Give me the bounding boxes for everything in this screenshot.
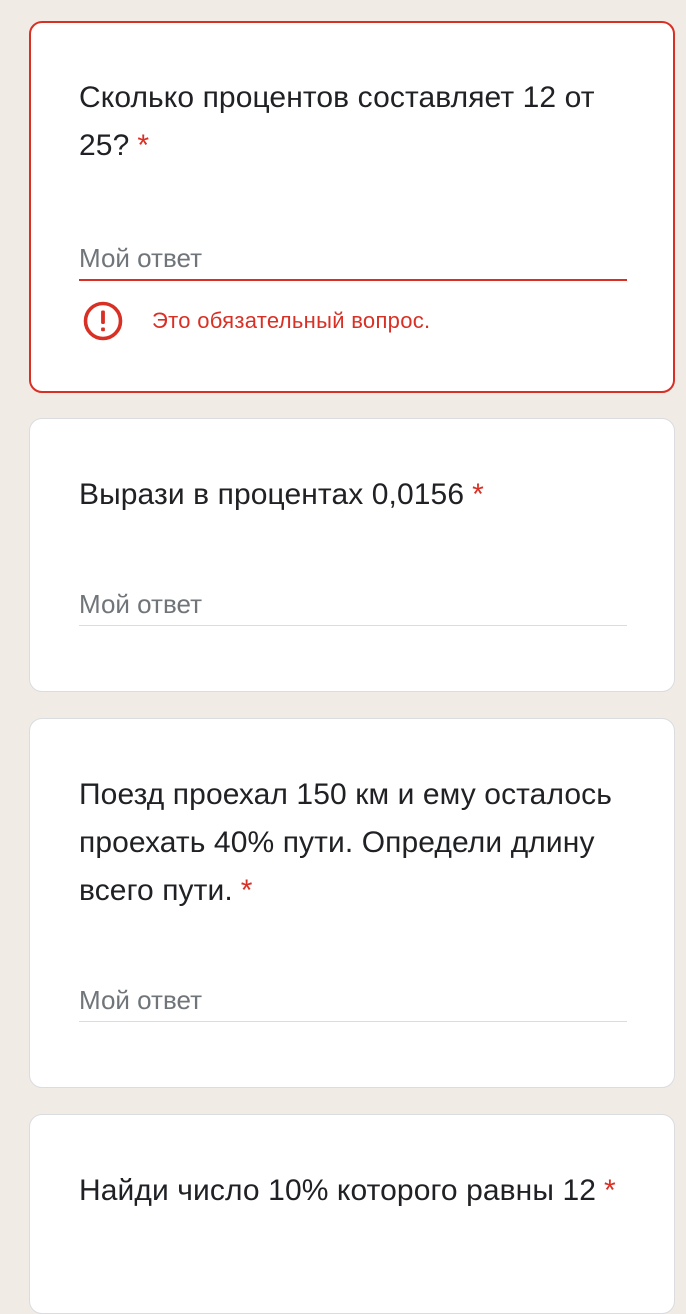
required-asterisk: *: [240, 874, 253, 907]
answer-input[interactable]: [79, 239, 627, 277]
question-card-2: Вырази в процентах 0,0156 *: [29, 418, 675, 692]
question-card-3: Поезд проехал 150 км и ему осталось прое…: [29, 718, 675, 1088]
question-title: Поезд проехал 150 км и ему осталось прое…: [79, 771, 634, 915]
answer-field: [79, 585, 627, 626]
question-title: Сколько процентов составляет 12 от 25? *: [79, 74, 634, 170]
question-text: Поезд проехал 150 км и ему осталось прое…: [79, 778, 613, 907]
question-title: Найди число 10% которого равны 12 *: [79, 1167, 634, 1215]
question-text: Вырази в процентах 0,0156: [79, 478, 465, 511]
question-title: Вырази в процентах 0,0156 *: [79, 471, 634, 519]
required-asterisk: *: [472, 478, 484, 511]
question-card-1: Сколько процентов составляет 12 от 25? * …: [29, 21, 675, 393]
error-message: Это обязательный вопрос.: [152, 308, 431, 333]
required-asterisk: *: [604, 1174, 616, 1207]
exclamation-circle-icon: [83, 301, 123, 341]
error-message-row: Это обязательный вопрос.: [83, 300, 430, 342]
answer-field: [79, 239, 627, 281]
question-text: Найди число 10% которого равны 12: [79, 1174, 597, 1207]
answer-field: [79, 981, 627, 1022]
question-text: Сколько процентов составляет 12 от 25?: [79, 81, 595, 162]
answer-input[interactable]: [79, 585, 627, 623]
required-asterisk: *: [137, 129, 150, 162]
question-card-4: Найди число 10% которого равны 12 *: [29, 1114, 675, 1314]
answer-input[interactable]: [79, 981, 627, 1019]
